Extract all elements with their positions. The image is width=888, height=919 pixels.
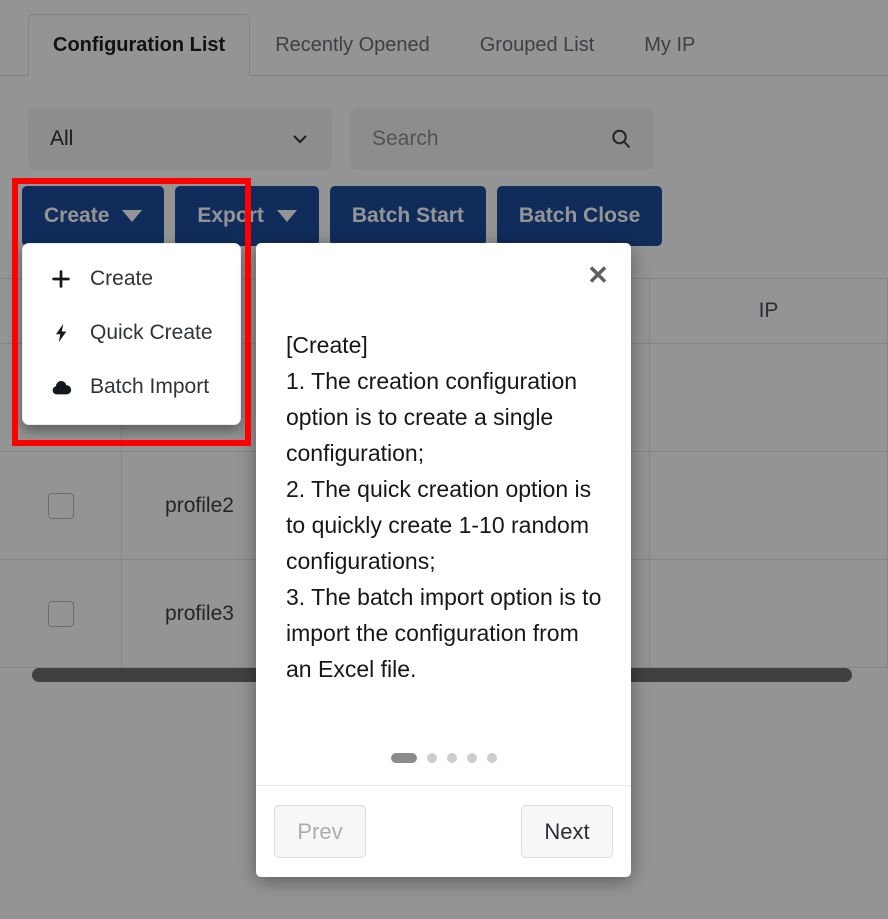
chevron-down-icon xyxy=(276,210,297,222)
menu-item-quick-create[interactable]: Quick Create xyxy=(23,306,240,360)
row-name-label: profile2 xyxy=(165,493,234,517)
close-icon[interactable]: ✕ xyxy=(584,261,612,289)
menu-item-create[interactable]: Create xyxy=(23,252,240,306)
action-button-row: Create Export Batch Start Batch Close xyxy=(22,186,663,246)
step-dot[interactable] xyxy=(390,753,417,763)
chevron-down-icon xyxy=(290,129,310,149)
search-icon xyxy=(610,128,632,150)
tab-label: Grouped List xyxy=(479,34,595,56)
row-name-cell: profile3 xyxy=(122,560,278,667)
menu-item-batch-import[interactable]: Batch Import xyxy=(23,360,240,414)
step-dot[interactable] xyxy=(466,753,477,763)
tab-label: Recently Opened xyxy=(275,34,430,56)
batch-close-button-label: Batch Close xyxy=(518,204,641,227)
search-input[interactable]: Search xyxy=(350,108,654,170)
menu-item-label: Batch Import xyxy=(90,375,210,398)
cloud-upload-icon xyxy=(49,375,73,399)
tour-popover-text: [Create] 1. The creation configuration o… xyxy=(286,332,602,682)
row-ip-cell xyxy=(650,344,888,451)
tab-recently-opened[interactable]: Recently Opened xyxy=(250,14,455,76)
step-dot[interactable] xyxy=(446,753,457,763)
search-placeholder: Search xyxy=(372,127,439,150)
row-checkbox[interactable] xyxy=(47,600,74,627)
export-button-label: Export xyxy=(197,204,264,227)
tab-label: Configuration List xyxy=(53,33,226,56)
menu-item-label: Create xyxy=(90,267,154,290)
app-root: Configuration List Recently Opened Group… xyxy=(0,0,888,919)
tab-grouped-list[interactable]: Grouped List xyxy=(455,14,620,76)
row-select-cell[interactable] xyxy=(0,452,122,559)
column-header-ip: IP xyxy=(650,279,888,343)
group-filter-select[interactable]: All xyxy=(28,108,332,170)
next-button[interactable]: Next xyxy=(521,805,613,858)
step-dot[interactable] xyxy=(486,753,497,763)
menu-item-label: Quick Create xyxy=(90,321,213,344)
row-select-cell[interactable] xyxy=(0,560,122,667)
batch-start-button-label: Batch Start xyxy=(351,204,464,227)
filter-row: All Search xyxy=(28,108,654,170)
tour-popover-footer: Prev Next xyxy=(256,785,631,877)
column-header-label: IP xyxy=(758,299,779,322)
prev-button-label: Prev xyxy=(297,818,343,844)
create-button-label: Create xyxy=(44,204,110,227)
tab-my-ip[interactable]: My IP xyxy=(619,14,720,76)
chevron-down-icon xyxy=(122,210,143,222)
batch-close-button[interactable]: Batch Close xyxy=(496,186,663,246)
tab-label: My IP xyxy=(644,34,696,56)
row-ip-cell xyxy=(650,560,888,667)
step-dot[interactable] xyxy=(426,753,437,763)
next-button-label: Next xyxy=(544,818,590,844)
tab-bar: Configuration List Recently Opened Group… xyxy=(0,0,888,76)
row-name-label: profile3 xyxy=(165,601,234,625)
create-button[interactable]: Create xyxy=(22,186,165,246)
batch-start-button[interactable]: Batch Start xyxy=(329,186,486,246)
row-ip-cell xyxy=(650,452,888,559)
row-checkbox[interactable] xyxy=(47,492,74,519)
tour-popover: ✕ [Create] 1. The creation configuration… xyxy=(256,243,631,877)
export-button[interactable]: Export xyxy=(175,186,319,246)
prev-button[interactable]: Prev xyxy=(274,805,366,858)
tour-step-dots xyxy=(256,753,631,785)
create-dropdown-menu: Create Quick Create Batch Import xyxy=(22,243,241,425)
group-filter-value: All xyxy=(50,127,74,150)
plus-icon xyxy=(49,267,73,291)
lightning-bolt-icon xyxy=(49,321,73,345)
tab-configuration-list[interactable]: Configuration List xyxy=(28,14,251,76)
row-name-cell: profile2 xyxy=(122,452,278,559)
